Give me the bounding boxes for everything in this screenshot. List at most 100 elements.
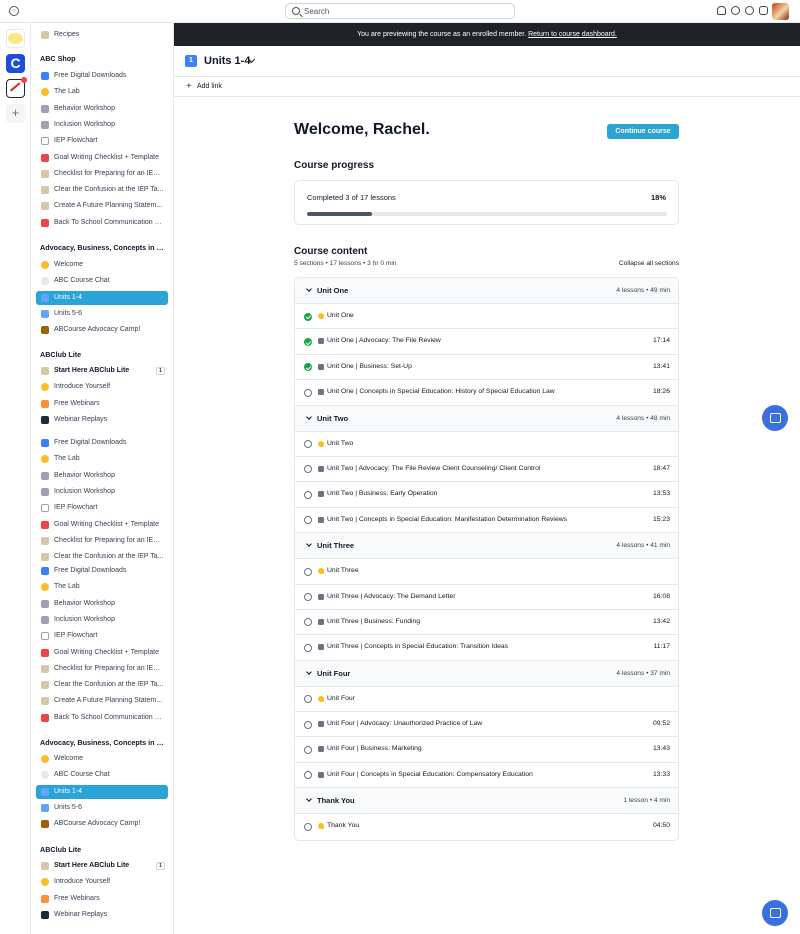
chevron-down-icon[interactable] [306,796,312,803]
community-app-3[interactable] [6,77,27,98]
sidebar-item[interactable]: Clear the Confusion at the IEP Ta... [36,183,168,197]
sidebar-item[interactable]: Inclusion Workshop [36,118,168,132]
check-empty-icon[interactable] [304,745,312,754]
sidebar-item[interactable]: Units 1-4 [36,291,168,305]
sidebar-item[interactable]: Welcome [36,752,168,766]
lesson-row[interactable]: Unit One | Business: Set-Up 13:41 [295,355,678,381]
sidebar-item[interactable]: ABC Course Chat [36,768,168,782]
sidebar-item[interactable]: Back To School Communication B... [36,216,168,230]
sidebar-item[interactable]: Start Here ABClub Lite 1 [36,859,168,873]
sidebar-item[interactable]: Behavior Workshop [36,597,168,611]
sidebar-item[interactable]: Units 5-6 [36,307,168,321]
sidebar-item[interactable]: IEP Flowchart [36,134,168,148]
section-header[interactable]: Unit One 4 lessons • 49 min [295,278,678,304]
chat-fab-button[interactable] [762,405,788,431]
chevron-down-icon[interactable] [306,668,312,675]
check-empty-icon[interactable] [304,593,312,602]
lesson-row[interactable]: Unit Two | Advocacy: The File Review Cli… [295,457,678,483]
check-empty-icon[interactable] [304,388,312,397]
check-complete-icon[interactable] [304,337,312,346]
sidebar-item[interactable]: Checklist for Preparing for an IEP ... [36,534,168,548]
sidebar-item[interactable]: Checklist for Preparing for an IEP ... [36,167,168,181]
add-link-button[interactable]: Add link [197,83,222,90]
lesson-row[interactable]: Unit Two | Business: Early Operation 13:5… [295,482,678,508]
collapse-all-sections-button[interactable]: Collapse all sections [599,260,679,267]
lesson-row[interactable]: Unit Two [295,432,678,457]
chat-fab-button-bottom[interactable] [762,900,788,926]
sidebar-item[interactable]: Behavior Workshop [36,469,168,483]
sidebar-item[interactable]: Goal Writing Checklist + Template [36,151,168,165]
check-empty-icon[interactable] [304,643,312,652]
sidebar-item[interactable]: IEP Flowchart [36,501,168,515]
sidebar-item[interactable]: Create A Future Planning Statem... [36,694,168,708]
sidebar-item[interactable]: Back To School Communication B... [36,711,168,725]
check-empty-icon[interactable] [304,516,312,525]
page-title[interactable]: Units 1-4 [204,55,250,67]
sidebar-item[interactable]: The Lab [36,452,168,466]
lesson-row[interactable]: Unit Four | Concepts in Special Educatio… [295,763,678,789]
section-header[interactable]: Thank You 1 lesson • 4 min [295,788,678,815]
community-app-2[interactable]: C [6,54,25,73]
check-empty-icon[interactable] [304,720,312,729]
sidebar-item[interactable]: Checklist for Preparing for an IEP ... [36,662,168,676]
return-to-dashboard-link[interactable]: Return to course dashboard. [528,31,617,38]
search-box[interactable] [285,3,515,19]
lesson-row[interactable]: Unit Four [295,687,678,713]
sidebar-item[interactable]: Welcome [36,258,168,272]
check-empty-icon[interactable] [304,440,312,449]
sidebar-item[interactable]: Behavior Workshop [36,102,168,116]
check-empty-icon[interactable] [304,822,312,831]
chevron-down-icon[interactable] [306,286,312,292]
sidebar-section-title[interactable]: ABClub Lite [40,350,168,359]
lesson-row[interactable]: Unit Four | Advocacy: Unauthorized Pract… [295,712,678,738]
sidebar-item[interactable]: ABC Course Chat [36,274,168,288]
sidebar-item[interactable]: The Lab [36,580,168,594]
sidebar-item[interactable]: Clear the Confusion at the IEP Ta... [36,550,168,564]
sidebar-item[interactable]: Clear the Confusion at the IEP Ta... [36,678,168,692]
lesson-row[interactable]: Unit Three | Concepts in Special Educati… [295,635,678,661]
check-empty-icon[interactable] [304,465,312,474]
plus-icon[interactable]: + [186,81,192,92]
sidebar-item[interactable]: Free Digital Downloads [36,436,168,450]
check-complete-icon[interactable] [304,363,312,372]
messages-icon[interactable] [745,6,754,15]
add-community-button[interactable]: + [6,104,25,123]
sidebar-item[interactable]: Webinar Replays [36,908,168,922]
continue-course-button[interactable]: Continue course [607,124,679,139]
sidebar-item[interactable]: Goal Writing Checklist + Template [36,518,168,532]
check-empty-icon[interactable] [304,490,312,499]
sidebar-item[interactable]: Create A Future Planning Statem... [36,199,168,213]
sidebar-item[interactable]: Inclusion Workshop [36,613,168,627]
sidebar-item[interactable]: Introduce Yourself [36,380,168,394]
lesson-row[interactable]: Thank You 04:50 [295,814,678,839]
sidebar-item[interactable]: ABCourse Advocacy Camp! [36,817,168,831]
community-app-1[interactable] [6,29,25,48]
sidebar-item[interactable]: Free Digital Downloads [36,564,168,578]
check-complete-icon[interactable] [304,312,312,321]
section-header[interactable]: Unit Four 4 lessons • 37 min [295,660,678,687]
lesson-row[interactable]: Unit Three | Advocacy: The Demand Letter… [295,585,678,610]
sidebar-item[interactable]: The Lab [36,85,168,99]
sidebar-item[interactable]: Units 1-4 [36,785,168,799]
section-header[interactable]: Unit Three 4 lessons • 41 min [295,533,678,560]
sidebar-section-title[interactable]: Advocacy, Business, Concepts in Sp... [40,738,168,747]
bell-icon[interactable] [717,6,726,15]
sidebar-section-title[interactable]: ABClub Lite [40,845,168,854]
sidebar-item[interactable]: ABCourse Advocacy Camp! [36,323,168,337]
lesson-row[interactable]: Unit One | Advocacy: The File Review 17:1… [295,329,678,355]
check-empty-icon[interactable] [304,771,312,780]
lesson-row[interactable]: Unit One [295,304,678,330]
lesson-row[interactable]: Unit Three | Business: Funding 13:42 [295,610,678,636]
check-empty-icon[interactable] [304,567,312,576]
community-switcher-icon[interactable]: ○ [9,6,19,16]
sidebar-item[interactable]: Webinar Replays [36,413,168,427]
lesson-row[interactable]: Unit Two | Concepts in Special Education… [295,508,678,534]
bookmark-icon[interactable] [759,6,768,15]
sidebar-item[interactable]: Introduce Yourself [36,875,168,889]
sidebar-item[interactable]: Recipes [36,28,168,42]
search-input[interactable] [304,5,504,17]
chat-icon[interactable] [731,6,740,15]
lesson-row[interactable]: Unit Four | Business: Marketing 13:43 [295,737,678,763]
section-header[interactable]: Unit Two 4 lessons • 48 min [295,405,678,432]
chevron-down-icon[interactable] [306,413,312,420]
